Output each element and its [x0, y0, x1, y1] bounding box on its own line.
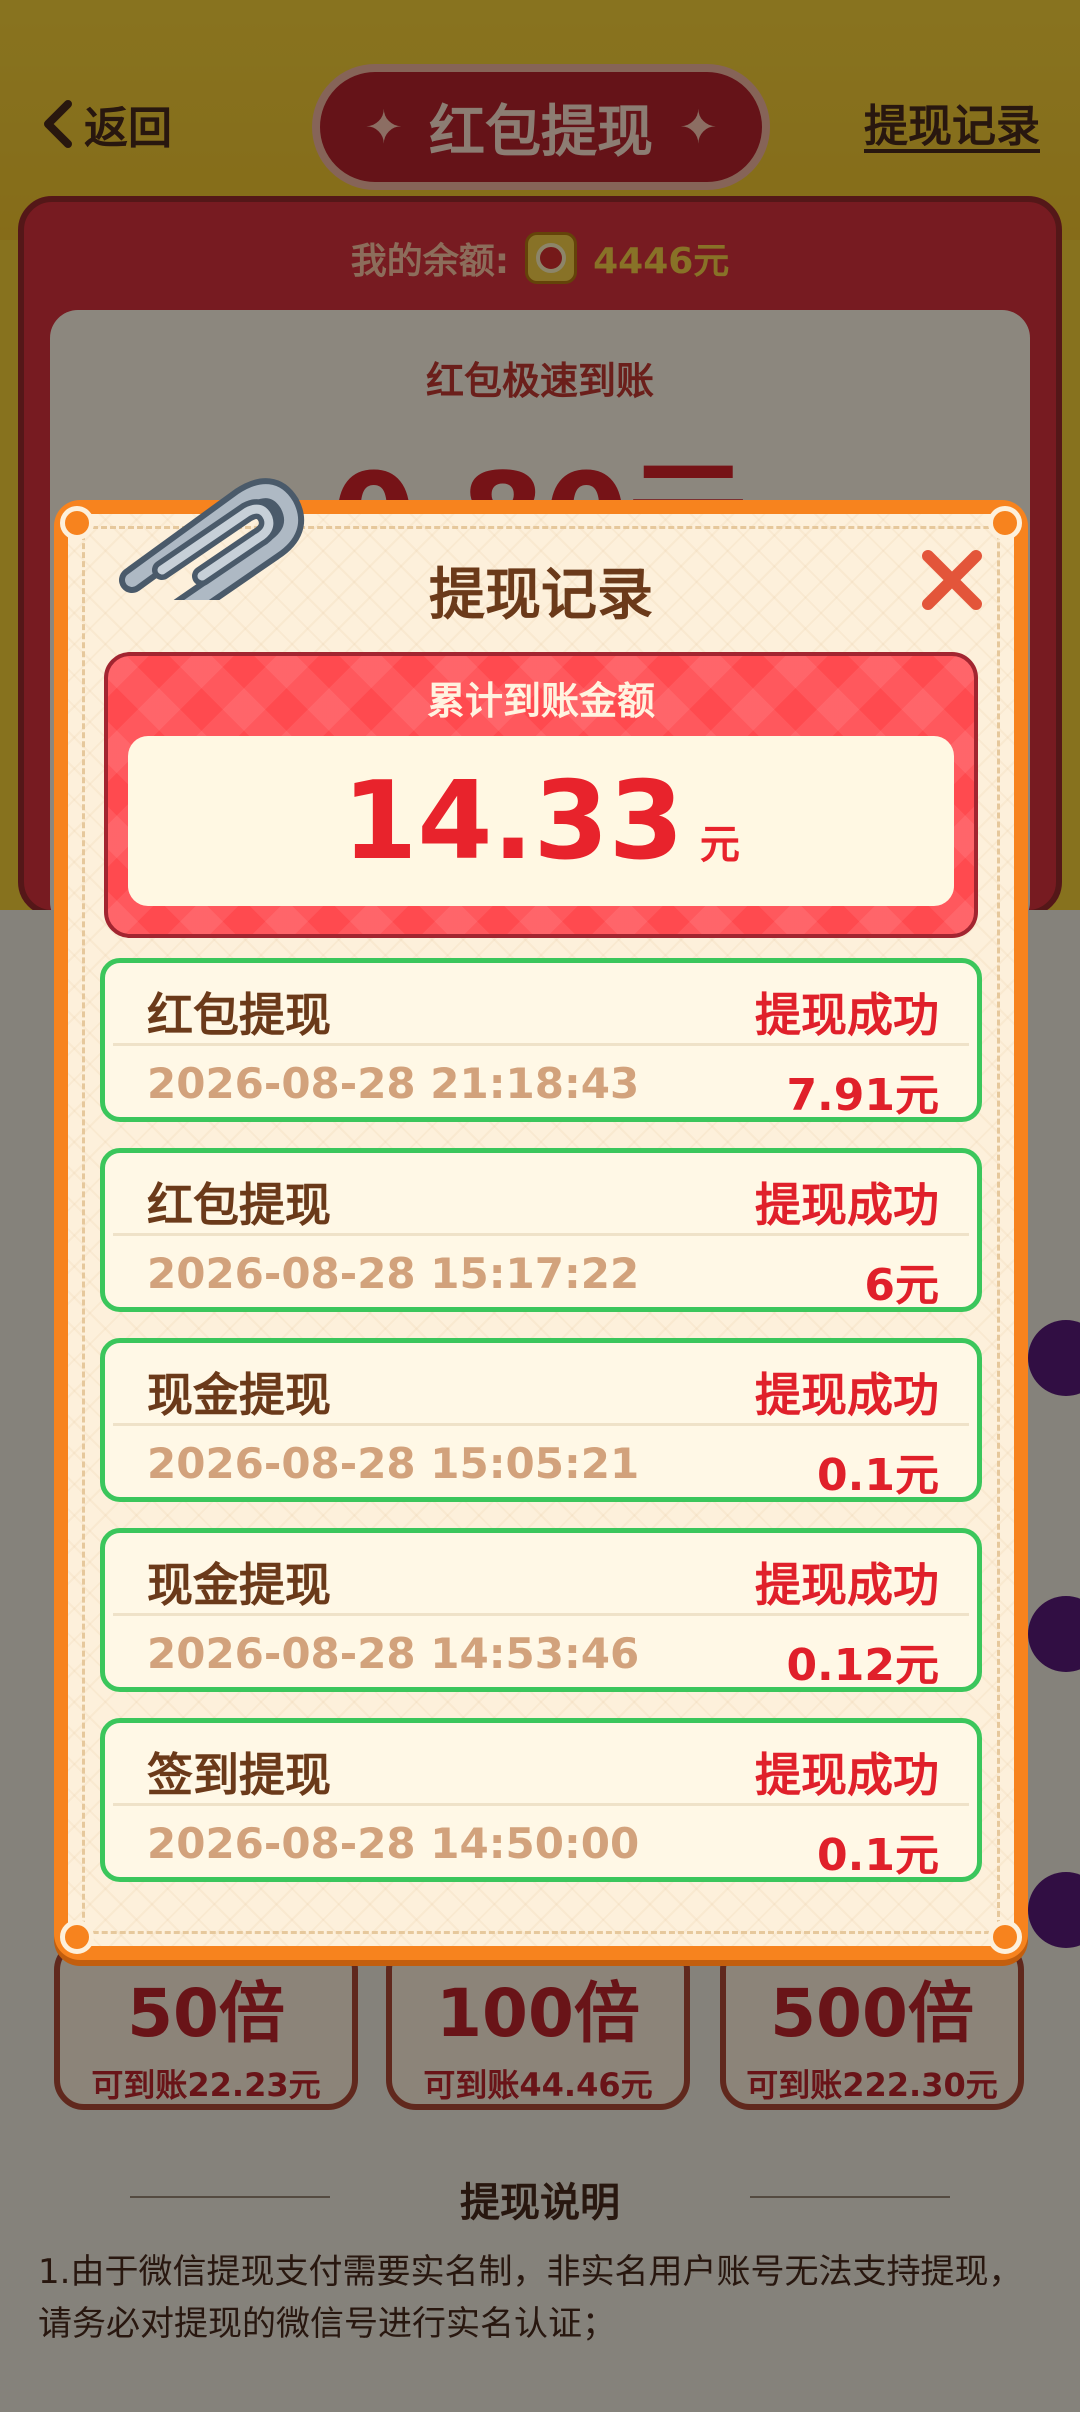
record-amount: 7.91元: [786, 1070, 939, 1121]
total-received-card: 14.33 元: [128, 736, 954, 906]
record-status: 提现成功: [755, 1558, 939, 1612]
withdraw-record: 签到提现 提现成功 2026-08-28 14:50:00 0.1元: [100, 1718, 982, 1882]
withdraw-record: 红包提现 提现成功 2026-08-28 21:18:43 7.91元: [100, 958, 982, 1122]
record-divider: [113, 1233, 969, 1236]
record-divider: [113, 1043, 969, 1046]
withdraw-record: 现金提现 提现成功 2026-08-28 14:53:46 0.12元: [100, 1528, 982, 1692]
record-time: 2026-08-28 15:05:21: [147, 1439, 640, 1488]
corner-rivet: [988, 506, 1022, 540]
record-type: 红包提现: [147, 988, 331, 1042]
withdraw-record: 红包提现 提现成功 2026-08-28 15:17:22 6元: [100, 1148, 982, 1312]
total-received-amount: 14.33: [342, 758, 684, 884]
record-time: 2026-08-28 15:17:22: [147, 1249, 640, 1298]
record-type: 签到提现: [147, 1748, 331, 1802]
record-status: 提现成功: [755, 1748, 939, 1802]
record-divider: [113, 1423, 969, 1426]
corner-rivet: [988, 1920, 1022, 1954]
record-type: 红包提现: [147, 1178, 331, 1232]
record-status: 提现成功: [755, 988, 939, 1042]
withdraw-record: 现金提现 提现成功 2026-08-28 15:05:21 0.1元: [100, 1338, 982, 1502]
record-type: 现金提现: [147, 1558, 331, 1612]
record-status: 提现成功: [755, 1368, 939, 1422]
modal-title: 提现记录: [429, 563, 653, 628]
corner-rivet: [60, 1920, 94, 1954]
total-received-label: 累计到账金额: [426, 679, 655, 723]
withdraw-record-list[interactable]: 红包提现 提现成功 2026-08-28 21:18:43 7.91元 红包提现…: [100, 958, 982, 1908]
total-received-unit: 元: [699, 822, 740, 868]
close-icon[interactable]: [916, 544, 988, 616]
record-amount: 0.1元: [817, 1450, 939, 1501]
record-time: 2026-08-28 21:18:43: [147, 1059, 640, 1108]
record-amount: 0.1元: [817, 1830, 939, 1881]
record-status: 提现成功: [755, 1178, 939, 1232]
record-time: 2026-08-28 14:53:46: [147, 1629, 640, 1678]
record-type: 现金提现: [147, 1368, 331, 1422]
record-divider: [113, 1613, 969, 1616]
record-divider: [113, 1803, 969, 1806]
withdraw-history-modal: 提现记录 累计到账金额 14.33 元 红包提现 提现成功 2026-08-28…: [54, 478, 1028, 1960]
record-time: 2026-08-28 14:50:00: [147, 1819, 640, 1868]
total-received-box: 累计到账金额 14.33 元: [104, 652, 978, 938]
corner-rivet: [60, 506, 94, 540]
record-amount: 0.12元: [786, 1640, 939, 1691]
record-amount: 6元: [864, 1260, 939, 1311]
